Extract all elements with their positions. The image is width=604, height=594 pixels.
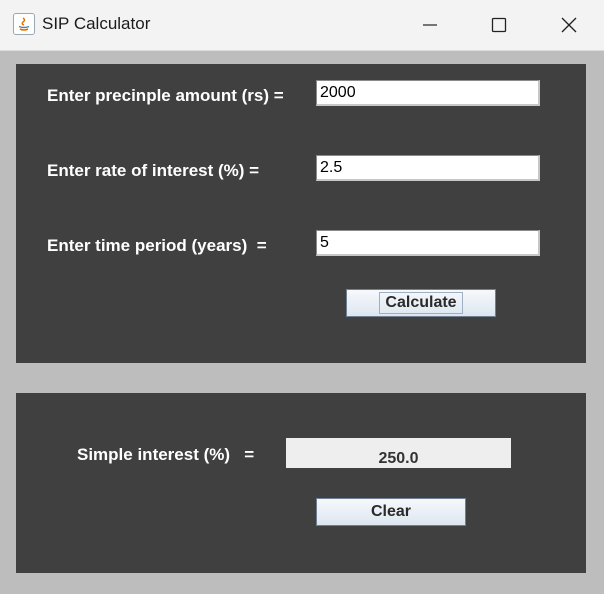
java-app-icon — [13, 13, 35, 35]
window-title: SIP Calculator — [42, 14, 151, 33]
rate-input[interactable] — [316, 155, 540, 181]
maximize-icon — [491, 17, 507, 33]
input-panel: Enter precinple amount (rs) = Enter rate… — [16, 64, 586, 363]
minimize-button[interactable] — [395, 0, 465, 50]
result-label: Simple interest (%) = — [77, 445, 255, 464]
clear-button[interactable]: Clear — [316, 498, 466, 526]
principal-label: Enter precinple amount (rs) = — [47, 86, 284, 105]
time-label: Enter time period (years) = — [47, 236, 267, 255]
rate-label: Enter rate of interest (%) = — [47, 161, 260, 180]
calculate-button-label: Calculate — [385, 294, 457, 311]
close-icon — [561, 17, 577, 33]
calculate-button[interactable]: Calculate — [346, 289, 496, 317]
minimize-icon — [423, 24, 437, 26]
title-bar[interactable]: SIP Calculator — [0, 0, 604, 51]
result-panel: Simple interest (%) = 250.0 Clear — [16, 393, 586, 573]
time-input[interactable] — [316, 230, 540, 256]
maximize-button[interactable] — [464, 0, 534, 50]
close-button[interactable] — [534, 0, 604, 50]
result-value: 250.0 — [286, 438, 511, 468]
principal-input[interactable] — [316, 80, 540, 106]
clear-button-label: Clear — [370, 503, 412, 520]
